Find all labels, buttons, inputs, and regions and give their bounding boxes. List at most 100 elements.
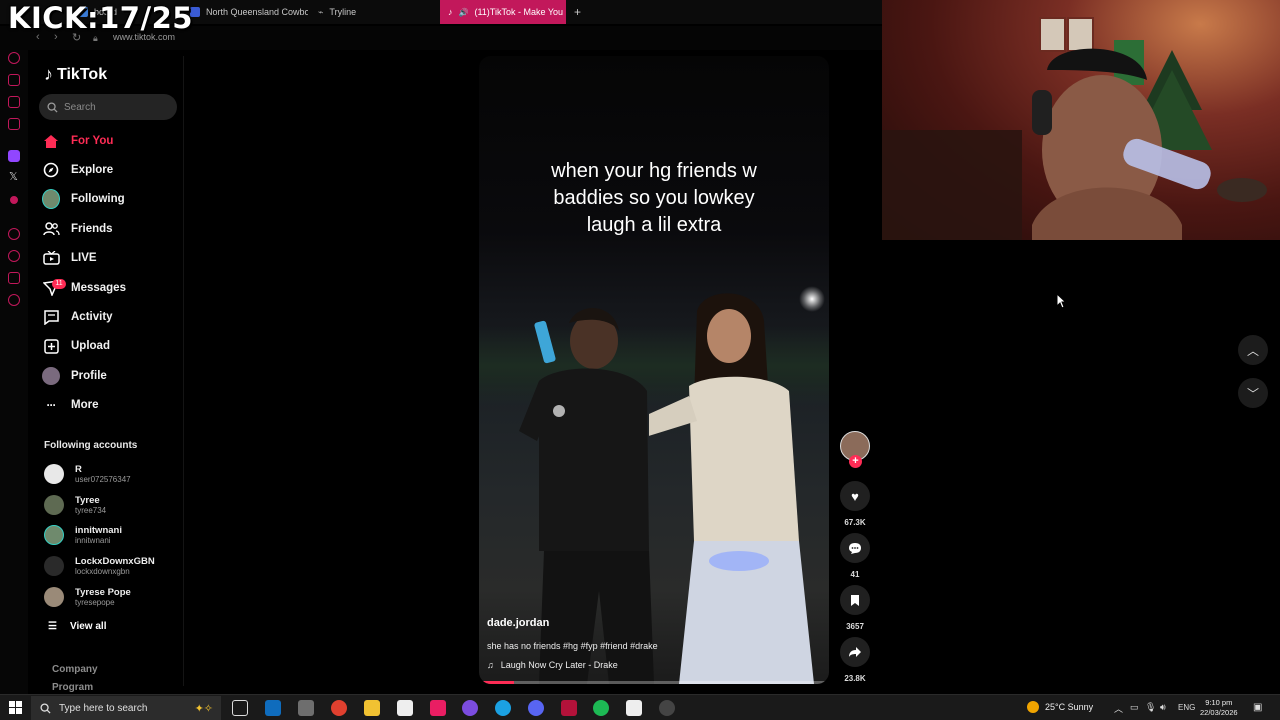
mouse-cursor-icon (1056, 293, 1066, 309)
comment-action[interactable]: 41 (840, 533, 870, 579)
tiktok-logo-icon: ♪ (44, 64, 53, 84)
spotify-icon[interactable] (593, 700, 609, 716)
rail-app-icon[interactable] (8, 228, 20, 240)
nav-for-you[interactable]: For You (42, 130, 113, 152)
rail-app-icon[interactable] (8, 74, 20, 86)
capcut-icon[interactable] (626, 700, 642, 716)
browser-tab-tryline[interactable]: ⌁ Tryline (310, 0, 430, 24)
live-icon (42, 249, 60, 267)
nav-explore[interactable]: Explore (42, 159, 113, 181)
search-input[interactable]: Search (39, 94, 177, 120)
following-account-item[interactable]: Tyrese Pope tyresepope (44, 584, 131, 610)
active-browser-icon[interactable] (561, 700, 577, 716)
twitch-icon[interactable] (8, 150, 20, 162)
windows-start-icon[interactable] (9, 701, 22, 714)
messages-badge: 11 (52, 279, 66, 289)
account-avatar (44, 556, 64, 576)
video-player[interactable]: when your hg friends w baddies so you lo… (479, 56, 829, 684)
nav-live[interactable]: LIVE (42, 247, 97, 269)
bookmark-icon[interactable] (840, 585, 870, 615)
share-icon[interactable] (840, 637, 870, 667)
app-icon[interactable] (462, 700, 478, 716)
webcam-overlay (882, 0, 1280, 240)
music-title: Laugh Now Cry Later - Drake (500, 660, 618, 670)
rail-app-icon[interactable] (8, 272, 20, 284)
account-username: tyree734 (75, 505, 107, 515)
video-progress-bar[interactable] (479, 681, 829, 684)
nav-following[interactable]: Following (42, 188, 125, 210)
nav-friends[interactable]: Friends (42, 218, 113, 240)
next-video-button[interactable]: ﹀ (1238, 378, 1268, 408)
following-account-item[interactable]: Tyree tyree734 (44, 492, 106, 518)
rail-app-icon[interactable] (10, 196, 18, 204)
account-avatar (44, 587, 64, 607)
language-indicator[interactable]: ENG (1178, 703, 1195, 712)
footer-link-program[interactable]: Program (52, 682, 93, 693)
heart-icon[interactable]: ♥ (840, 481, 870, 511)
rail-app-icon[interactable] (8, 96, 20, 108)
system-clock[interactable]: 9:10 pm 22/03/2026 (1200, 698, 1238, 718)
rail-app-icon[interactable] (8, 118, 20, 130)
following-account-item[interactable]: innitwnani innitwnani (44, 522, 122, 548)
more-icon: ··· (46, 398, 57, 412)
account-username: innitwnani (75, 535, 111, 545)
sidebar-divider (183, 56, 184, 686)
new-tab-button[interactable]: + (566, 0, 586, 24)
tab-label: Tryline (329, 7, 357, 17)
weather-text: 25°C Sunny (1045, 702, 1094, 712)
volume-icon[interactable]: 🔊︎ (1160, 702, 1166, 713)
footer-link-company[interactable]: Company (52, 664, 98, 675)
app-icon[interactable] (298, 700, 314, 716)
save-action[interactable]: 3657 (840, 585, 870, 631)
nav-profile[interactable]: Profile (42, 365, 107, 387)
task-view-icon[interactable] (232, 700, 248, 716)
like-action[interactable]: ♥ 67.3K (840, 481, 870, 527)
nav-label: Profile (71, 370, 107, 382)
caption-line: baddies so you lowkey (553, 187, 755, 209)
chrome-icon[interactable] (331, 700, 347, 716)
previous-video-button[interactable]: ︿ (1238, 335, 1268, 365)
outlook-icon[interactable] (265, 700, 281, 716)
rail-app-icon[interactable] (8, 250, 20, 262)
follow-plus-icon[interactable]: + (849, 455, 862, 468)
speaker-icon[interactable]: 🔊 (459, 8, 469, 17)
rail-app-icon[interactable] (8, 52, 20, 64)
search-placeholder: Search (64, 101, 96, 113)
edge-icon[interactable] (495, 700, 511, 716)
x-icon[interactable]: 𝕏 (9, 170, 18, 183)
obs-icon[interactable] (659, 700, 675, 716)
video-music[interactable]: ♫ Laugh Now Cry Later - Drake (487, 660, 618, 670)
video-caption: when your hg friends w baddies so you lo… (479, 158, 829, 239)
following-account-item[interactable]: Ruser072576347 (44, 461, 131, 487)
list-icon: ☰ (48, 621, 57, 632)
microphone-icon[interactable]: 🎙︎ (1145, 702, 1156, 713)
capcut-icon[interactable] (397, 700, 413, 716)
caption-line: when your hg friends w (551, 160, 757, 182)
weather-widget[interactable]: 25°C Sunny (1027, 701, 1093, 713)
nav-activity[interactable]: Activity (42, 306, 113, 328)
browser-tab-tiktok[interactable]: ♪ 🔊 (11)TikTok - Make You (440, 0, 566, 24)
tiktok-app-icon[interactable] (430, 700, 446, 716)
network-icon[interactable]: ▭ (1130, 702, 1139, 713)
tab-label: (11)TikTok - Make You (474, 7, 564, 17)
share-action[interactable]: 23.8K (840, 637, 870, 683)
video-author[interactable]: dade.jordan (487, 617, 549, 629)
tiktok-logo[interactable]: ♪ TikTok (44, 64, 107, 85)
nav-upload[interactable]: Upload (42, 335, 110, 357)
comment-icon[interactable] (840, 533, 870, 563)
comment-count: 41 (850, 570, 860, 579)
clock-date: 22/03/2026 (1200, 708, 1238, 717)
webcam-feed (882, 17, 1267, 240)
browser-tab-cowboys[interactable]: North Queensland Cowbo (182, 0, 308, 24)
notification-icon[interactable]: ▣ (1253, 702, 1262, 713)
taskbar-search-input[interactable]: Type here to search ✦✧ (31, 696, 221, 720)
nav-label: Following (71, 193, 125, 205)
settings-icon[interactable] (8, 294, 20, 306)
following-account-item[interactable]: LockxDownxGBN lockxdownxgbn (44, 553, 155, 579)
home-icon (42, 132, 60, 150)
chevron-up-icon[interactable]: ︿ (1114, 702, 1123, 715)
nav-more[interactable]: ··· More (42, 394, 99, 416)
discord-icon[interactable] (528, 700, 544, 716)
file-explorer-icon[interactable] (364, 700, 380, 716)
view-all-button[interactable]: ☰ View all (48, 621, 106, 632)
